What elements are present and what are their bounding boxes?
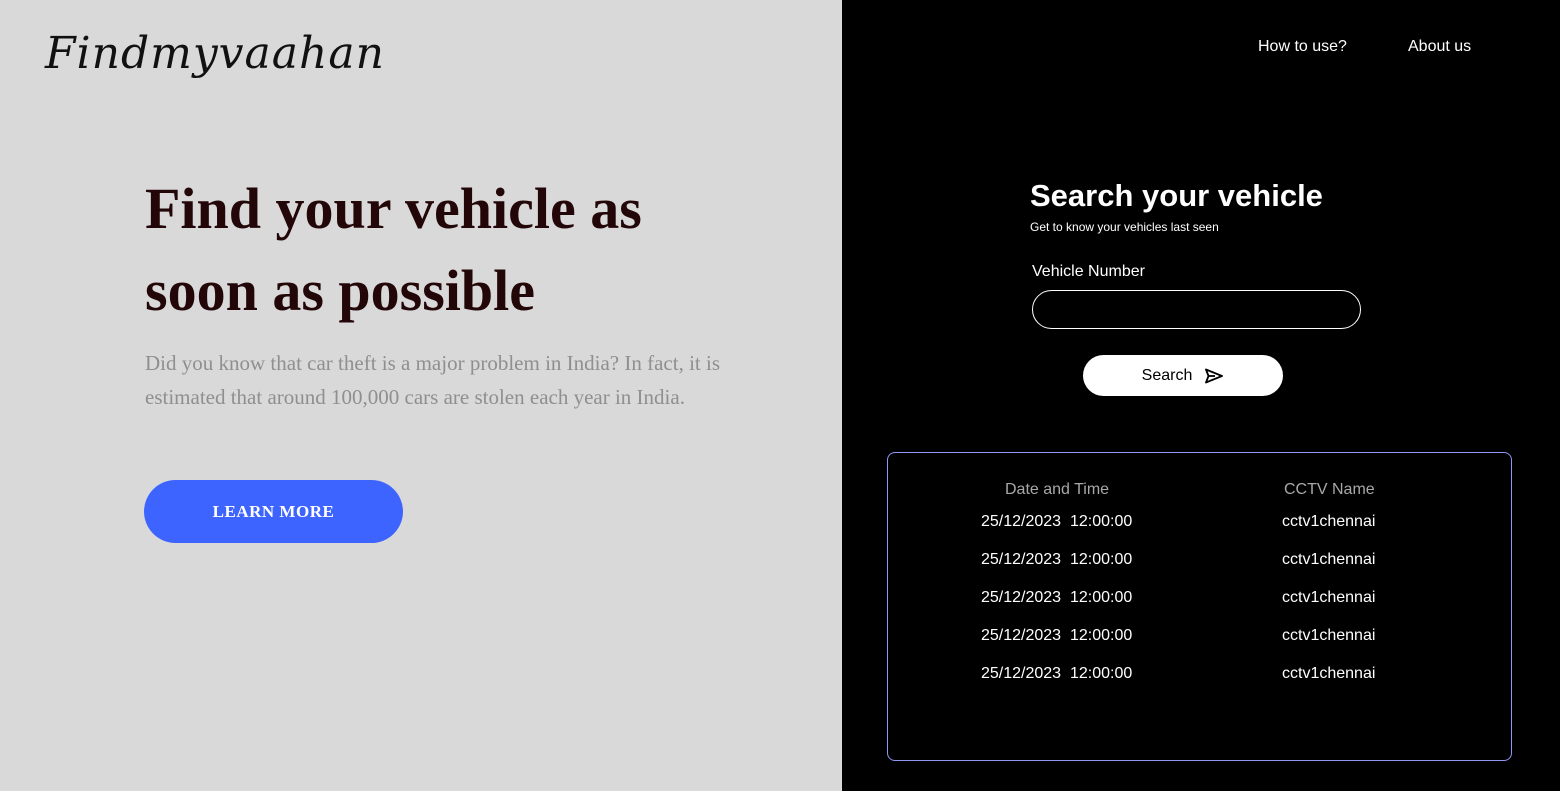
cctv-name-cell: cctv1chennai — [1282, 665, 1376, 682]
landing-page: Findmyvaahan Find your vehicle as soon a… — [0, 0, 1560, 791]
nav-about-us[interactable]: About us — [1408, 38, 1471, 56]
vehicle-number-input[interactable] — [1032, 290, 1361, 329]
table-row: 25/12/2023 12:00:00 cctv1chennai — [888, 551, 1511, 581]
column-header-cctv-name: CCTV Name — [1284, 481, 1375, 498]
hero-panel: Findmyvaahan Find your vehicle as soon a… — [0, 0, 842, 791]
nav-how-to-use[interactable]: How to use? — [1258, 38, 1347, 56]
search-panel: How to use? About us Search your vehicle… — [842, 0, 1560, 791]
vehicle-number-label: Vehicle Number — [1032, 263, 1145, 280]
date-time-cell: 25/12/2023 12:00:00 — [981, 665, 1133, 682]
hero-description: Did you know that car theft is a major p… — [145, 351, 721, 409]
brand-logo[interactable]: Findmyvaahan — [45, 28, 385, 79]
results-table: Date and Time CCTV Name 25/12/2023 12:00… — [887, 452, 1512, 761]
date-time-cell: 25/12/2023 12:00:00 — [981, 589, 1133, 606]
cctv-name-cell: cctv1chennai — [1282, 551, 1376, 568]
table-row: 25/12/2023 12:00:00 cctv1chennai — [888, 627, 1511, 657]
cctv-name-cell: cctv1chennai — [1282, 589, 1376, 606]
table-row: 25/12/2023 12:00:00 cctv1chennai — [888, 513, 1511, 543]
search-subtitle: Get to know your vehicles last seen — [1030, 220, 1219, 234]
cctv-name-cell: cctv1chennai — [1282, 513, 1376, 530]
table-row: 25/12/2023 12:00:00 cctv1chennai — [888, 665, 1511, 695]
learn-more-button[interactable]: LEARN MORE — [144, 480, 403, 543]
date-time-cell: 25/12/2023 12:00:00 — [981, 513, 1133, 530]
search-button[interactable]: Search — [1083, 355, 1283, 396]
cctv-name-cell: cctv1chennai — [1282, 627, 1376, 644]
date-time-cell: 25/12/2023 12:00:00 — [981, 551, 1133, 568]
search-title: Search your vehicle — [1030, 178, 1323, 213]
search-button-label: Search — [1141, 366, 1193, 384]
hero-title: Find your vehicle as soon as possible — [145, 176, 642, 323]
table-row: 25/12/2023 12:00:00 cctv1chennai — [888, 589, 1511, 619]
send-icon — [1204, 368, 1224, 384]
column-header-date-time: Date and Time — [1005, 481, 1110, 498]
date-time-cell: 25/12/2023 12:00:00 — [981, 627, 1133, 644]
